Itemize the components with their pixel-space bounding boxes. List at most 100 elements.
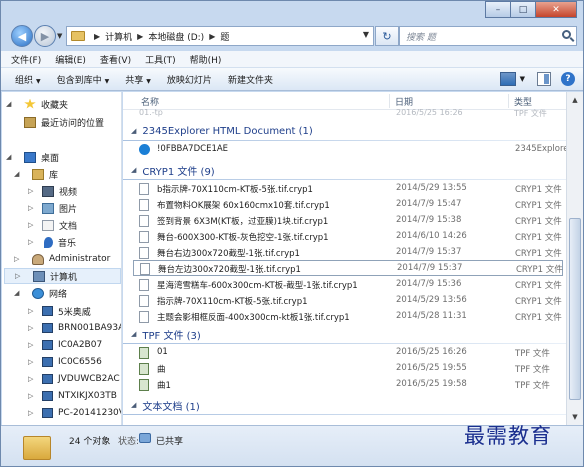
expand-icon[interactable]: ▷ xyxy=(15,272,23,280)
expand-icon[interactable]: ▷ xyxy=(28,238,36,246)
expand-icon[interactable]: ◢ xyxy=(14,289,22,297)
sidebar-item-host[interactable]: ▷ IC0A2B07 xyxy=(28,337,102,353)
sidebar-item-host[interactable]: ▷ IC0C6556 xyxy=(28,354,102,370)
sidebar-item-library[interactable]: ◢ 库 xyxy=(14,166,58,182)
group-header[interactable]: ◢ 文本文档 (1) xyxy=(131,397,200,413)
search-input[interactable]: 搜索 题 xyxy=(399,26,577,46)
file-row[interactable]: 舞台右边300x720截型-1张.tif.cryp1 2014/7/9 15:3… xyxy=(133,245,563,261)
sidebar-item-recent[interactable]: 最近访问的位置 xyxy=(24,114,104,130)
column-divider[interactable] xyxy=(508,94,509,108)
column-divider[interactable] xyxy=(389,94,390,108)
expand-icon[interactable]: ▷ xyxy=(28,375,36,383)
new-folder-button[interactable]: 新建文件夹 xyxy=(228,73,273,86)
file-row-selected[interactable]: 舞台左边300x720截型-1张.tif.cryp1 2014/7/9 15:3… xyxy=(133,260,563,276)
sidebar-item-music[interactable]: ▷ 音乐 xyxy=(28,234,76,250)
expand-icon[interactable]: ▷ xyxy=(28,392,36,400)
file-row[interactable]: 布置物料OK展架 60x160cmx10套.tif.cryp1 2014/7/9… xyxy=(133,197,563,213)
file-row[interactable]: 曲1 2016/5/25 19:58 TPF 文件 xyxy=(133,377,563,393)
sidebar-item-favorites[interactable]: ◢ 收藏夹 xyxy=(6,96,68,112)
sidebar-item-host[interactable]: ▷ BRN001BA93A xyxy=(28,320,121,336)
sidebar-item-computer[interactable]: ▷ 计算机 xyxy=(4,268,121,284)
breadcrumb-computer[interactable]: 计算机 xyxy=(105,30,132,43)
column-date[interactable]: 日期 xyxy=(395,95,413,108)
sidebar-item-pictures[interactable]: ▷ 图片 xyxy=(28,200,77,216)
chevron-right-icon[interactable]: ▶ xyxy=(137,32,143,41)
file-row[interactable]: 主题会影相框反面-400x300cm-kt板1张.tif.cryp1 2014/… xyxy=(133,309,563,325)
file-row[interactable]: 星海湾雪糕车-600x300cm-KT板-截型-1张.tif.cryp1 201… xyxy=(133,277,563,293)
file-date: 2016/5/25 19:55 xyxy=(396,363,467,373)
menu-file[interactable]: 文件(F) xyxy=(11,53,41,66)
expand-icon[interactable]: ▷ xyxy=(28,204,36,212)
sidebar-item-documents[interactable]: ▷ 文档 xyxy=(28,217,77,233)
refresh-button[interactable]: ↻ xyxy=(375,26,399,46)
file-row[interactable]: 舞台-600X300-KT板-灰色挖空-1张.tif.cryp1 2014/6/… xyxy=(133,229,563,245)
forward-arrow-icon: ▶ xyxy=(40,29,50,43)
expand-icon[interactable]: ▷ xyxy=(28,307,36,315)
group-divider xyxy=(123,343,566,344)
expand-icon[interactable]: ▷ xyxy=(28,409,36,417)
sidebar-item-label: 视频 xyxy=(59,187,78,198)
breadcrumb-folder[interactable]: 题 xyxy=(220,30,229,43)
menu-edit[interactable]: 编辑(E) xyxy=(55,53,86,66)
group-title: 2345Explorer HTML Document (1) xyxy=(142,125,313,137)
address-bar[interactable]: ▶ 计算机 ▶ 本地磁盘 (D:) ▶ 题 ▼ xyxy=(66,26,374,46)
file-row[interactable]: b指示牌-70X110cm-KT板-5张.tif.cryp1 2014/5/29… xyxy=(133,181,563,197)
forward-button[interactable]: ▶ xyxy=(34,25,56,47)
sidebar-item-host[interactable]: ▷ JVDUWCB2AC xyxy=(28,371,120,387)
sidebar-item-network[interactable]: ◢ 网络 xyxy=(14,285,67,301)
expand-icon[interactable]: ◢ xyxy=(6,100,14,108)
menu-view[interactable]: 查看(V) xyxy=(100,53,131,66)
recent-pages-dropdown[interactable]: ▼ xyxy=(57,32,62,40)
sidebar-item-desktop[interactable]: ◢ 桌面 xyxy=(6,149,59,165)
chevron-down-icon[interactable]: ▼ xyxy=(520,75,525,83)
change-view-icon[interactable] xyxy=(499,72,516,86)
scroll-up-icon[interactable]: ▲ xyxy=(568,93,582,107)
expand-icon[interactable]: ◢ xyxy=(14,170,22,178)
chevron-down-icon[interactable]: ▼ xyxy=(363,30,369,39)
expand-icon[interactable]: ▷ xyxy=(28,358,36,366)
file-row[interactable]: 01 2016/5/25 16:26 TPF 文件 xyxy=(133,345,563,361)
file-row[interactable]: 指示牌-70X110cm-KT板-5张.tif.cryp1 2014/5/29 … xyxy=(133,293,563,309)
file-row[interactable]: !0FBBA7DCE1AE 2345Explore xyxy=(133,142,566,158)
sidebar-item-host[interactable]: ▷ PC-20141230V xyxy=(28,405,121,421)
desktop-icon xyxy=(24,151,36,163)
sidebar-item-label: 最近访问的位置 xyxy=(41,118,105,129)
expand-icon[interactable]: ▷ xyxy=(14,255,22,263)
group-divider xyxy=(123,140,566,141)
expand-icon[interactable]: ▷ xyxy=(28,221,36,229)
maximize-button[interactable]: □ xyxy=(510,1,535,18)
close-button[interactable]: ✕ xyxy=(535,1,577,18)
sidebar-item-videos[interactable]: ▷ 视频 xyxy=(28,183,77,199)
slideshow-button[interactable]: 放映幻灯片 xyxy=(167,73,212,86)
minimize-button[interactable]: – xyxy=(485,1,510,18)
sidebar-item-host[interactable]: ▷ NTXIKJX03TB xyxy=(28,388,117,404)
expand-icon[interactable]: ▷ xyxy=(28,341,36,349)
chevron-right-icon[interactable]: ▶ xyxy=(94,32,100,41)
file-row[interactable]: 签到背景 6X3M(KT板，过亚膜)1块.tif.cryp1 2014/7/9 … xyxy=(133,213,563,229)
vertical-scrollbar[interactable]: ▲ ▼ xyxy=(566,92,583,425)
scroll-down-icon[interactable]: ▼ xyxy=(568,410,582,424)
expand-icon[interactable]: ▷ xyxy=(28,324,36,332)
menu-help[interactable]: 帮助(H) xyxy=(190,53,222,66)
column-type[interactable]: 类型 xyxy=(514,95,532,108)
search-icon[interactable] xyxy=(562,30,571,39)
expand-icon[interactable]: ▷ xyxy=(28,187,36,195)
breadcrumb-drive-d[interactable]: 本地磁盘 (D:) xyxy=(148,30,204,43)
expand-icon[interactable]: ◢ xyxy=(6,153,14,161)
back-button[interactable]: ◀ xyxy=(11,25,33,47)
organize-button[interactable]: 组织 ▼ xyxy=(15,73,41,86)
preview-pane-icon[interactable] xyxy=(537,72,551,86)
sidebar-item-host[interactable]: ▷ 5米奥威 xyxy=(28,303,91,319)
menu-tools[interactable]: 工具(T) xyxy=(145,53,176,66)
group-header[interactable]: ◢ 2345Explorer HTML Document (1) xyxy=(131,123,313,139)
chevron-right-icon[interactable]: ▶ xyxy=(209,32,215,41)
column-name[interactable]: 名称 xyxy=(141,95,159,108)
sidebar-item-user[interactable]: ▷ Administrator xyxy=(14,251,110,267)
help-icon[interactable]: ? xyxy=(561,72,575,86)
file-row[interactable]: 曲 2016/5/25 19:55 TPF 文件 xyxy=(133,361,563,377)
group-header[interactable]: ◢ TPF 文件 (3) xyxy=(131,326,201,342)
group-header[interactable]: ◢ CRYP1 文件 (9) xyxy=(131,162,215,178)
include-in-library-button[interactable]: 包含到库中 ▼ xyxy=(57,73,110,86)
share-button[interactable]: 共享 ▼ xyxy=(125,73,151,86)
scrollbar-thumb[interactable] xyxy=(569,218,581,400)
